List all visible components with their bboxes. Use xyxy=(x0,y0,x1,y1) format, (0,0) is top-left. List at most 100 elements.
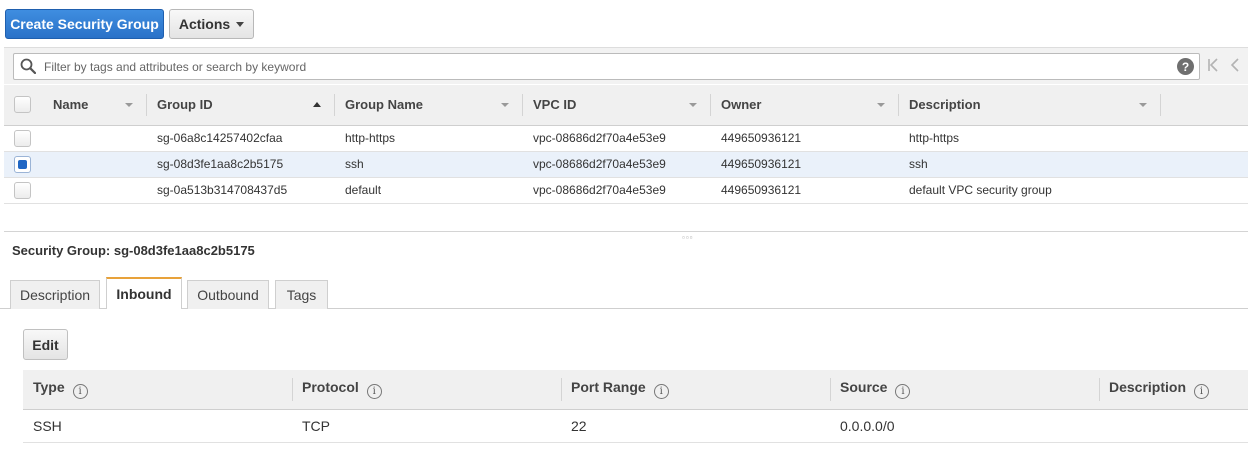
cell-name xyxy=(43,177,147,204)
tab-label: Inbound xyxy=(116,286,172,302)
row-select-cell xyxy=(4,177,43,204)
column-header-group-name[interactable]: Group Name xyxy=(335,85,523,126)
previous-page-icon[interactable] xyxy=(1230,58,1240,77)
cell-vpc-id: vpc-08686d2f70a4e53e9 xyxy=(523,177,711,204)
sort-icon xyxy=(877,102,885,107)
cell-owner: 449650936121 xyxy=(711,151,899,178)
cell-group-id: sg-06a8c14257402cfaa xyxy=(147,125,335,152)
info-icon[interactable]: i xyxy=(366,384,382,400)
search-input[interactable] xyxy=(42,57,1162,76)
column-header-label: VPC ID xyxy=(533,97,577,113)
search-icon xyxy=(20,58,37,79)
row-select-cell xyxy=(4,151,43,178)
column-header-label: Protocol xyxy=(302,379,359,396)
column-header-owner[interactable]: Owner xyxy=(711,85,899,126)
tab-inbound[interactable]: Inbound xyxy=(106,277,182,309)
inbound-rules-table: Type i Protocol i Port Range i Source i Desc… xyxy=(23,370,1248,443)
info-icon[interactable]: i xyxy=(895,384,911,400)
row-select-cell xyxy=(4,125,43,152)
tab-label: Tags xyxy=(286,287,317,303)
column-header-group-id[interactable]: Group ID xyxy=(147,85,335,126)
tab-outbound[interactable]: Outbound xyxy=(187,280,269,309)
rules-header-row: Type i Protocol i Port Range i Source i Desc… xyxy=(23,370,1248,410)
filter-bar: ? xyxy=(4,47,1248,84)
info-icon[interactable]: i xyxy=(1194,384,1210,400)
sort-icon xyxy=(501,102,509,107)
detail-title: Security Group: sg-08d3fe1aa8c2b5175 xyxy=(12,243,255,258)
cell-description: ssh xyxy=(899,151,1161,178)
column-header-label: Port Range xyxy=(571,379,646,396)
cell-group-id: sg-08d3fe1aa8c2b5175 xyxy=(147,151,335,178)
cell-group-name: default xyxy=(335,177,523,204)
cell-group-name: ssh xyxy=(335,151,523,178)
drag-handle-icon[interactable]: ▫▫▫ xyxy=(682,233,694,242)
column-header-vpc-id[interactable]: VPC ID xyxy=(523,85,711,126)
help-icon[interactable]: ? xyxy=(1177,58,1194,75)
tab-label: Outbound xyxy=(197,287,259,303)
edit-label: Edit xyxy=(32,336,59,353)
cell-vpc-id: vpc-08686d2f70a4e53e9 xyxy=(523,151,711,178)
rule-cell-description xyxy=(1099,409,1248,443)
column-header-name[interactable]: Name xyxy=(43,85,147,126)
rules-header-protocol: Protocol i xyxy=(292,370,561,410)
column-header-label: Description xyxy=(1109,379,1187,396)
column-header-label: Group Name xyxy=(345,97,424,113)
sort-icon xyxy=(1139,102,1147,107)
row-checkbox[interactable] xyxy=(14,129,31,147)
sort-ascending-icon xyxy=(313,102,321,108)
select-all-checkbox[interactable] xyxy=(14,96,31,114)
security-groups-page: Create Security Group Actions ? xyxy=(0,0,1248,453)
cell-name xyxy=(43,125,147,152)
cell-vpc-id: vpc-08686d2f70a4e53e9 xyxy=(523,125,711,152)
toolbar: Create Security Group Actions xyxy=(0,0,1248,46)
cell-group-name: http-https xyxy=(335,125,523,152)
filter-field[interactable]: ? xyxy=(13,53,1200,80)
tab-tags[interactable]: Tags xyxy=(275,280,328,309)
rules-header-source: Source i xyxy=(830,370,1099,410)
cell-owner: 449650936121 xyxy=(711,125,899,152)
cell-filler xyxy=(1161,177,1248,204)
cell-name xyxy=(43,151,147,178)
create-security-group-button[interactable]: Create Security Group xyxy=(5,9,164,39)
row-checkbox[interactable] xyxy=(14,181,31,199)
create-security-group-label: Create Security Group xyxy=(10,16,159,32)
rules-header-port-range: Port Range i xyxy=(561,370,830,410)
table-row-selected[interactable]: sg-08d3fe1aa8c2b5175 ssh vpc-08686d2f70a… xyxy=(4,151,1248,178)
table-row: SSH TCP 22 0.0.0.0/0 xyxy=(23,409,1248,443)
tab-description[interactable]: Description xyxy=(10,280,100,309)
cell-description: http-https xyxy=(899,125,1161,152)
column-header-label: Source xyxy=(840,379,888,396)
column-header-filler xyxy=(1161,85,1248,126)
chevron-down-icon xyxy=(236,21,245,27)
rules-header-type: Type i xyxy=(23,370,292,410)
column-header-label: Name xyxy=(53,97,89,113)
column-header-label: Group ID xyxy=(157,97,213,113)
cell-filler xyxy=(1161,151,1248,178)
table-header-row: Name Group ID Group Name VPC ID Owner De… xyxy=(4,85,1248,126)
rule-cell-source: 0.0.0.0/0 xyxy=(830,409,1099,443)
tab-label: Description xyxy=(19,287,91,303)
actions-dropdown-button[interactable]: Actions xyxy=(169,9,254,39)
row-checkbox-checked[interactable] xyxy=(14,155,31,173)
actions-label: Actions xyxy=(178,16,231,32)
detail-tabs: Description Inbound Outbound Tags xyxy=(0,277,1248,309)
select-all-header xyxy=(4,85,43,126)
rules-header-description: Description i xyxy=(1099,370,1248,410)
column-header-description[interactable]: Description xyxy=(899,85,1161,126)
table-row[interactable]: sg-06a8c14257402cfaa http-https vpc-0868… xyxy=(4,125,1248,152)
sort-icon xyxy=(125,102,133,107)
first-page-icon[interactable] xyxy=(1207,58,1219,77)
info-icon[interactable]: i xyxy=(653,384,669,400)
cell-filler xyxy=(1161,125,1248,152)
column-header-label: Description xyxy=(909,97,981,113)
info-icon[interactable]: i xyxy=(72,384,88,400)
sort-icon xyxy=(689,102,697,107)
edit-button[interactable]: Edit xyxy=(23,329,68,360)
pane-splitter[interactable] xyxy=(4,231,1248,232)
table-row[interactable]: sg-0a513b314708437d5 default vpc-08686d2… xyxy=(4,177,1248,204)
rule-cell-protocol: TCP xyxy=(292,409,561,443)
column-header-label: Owner xyxy=(721,97,762,113)
cell-owner: 449650936121 xyxy=(711,177,899,204)
security-groups-table: Name Group ID Group Name VPC ID Owner De… xyxy=(4,85,1248,204)
rule-cell-port-range: 22 xyxy=(561,409,830,443)
